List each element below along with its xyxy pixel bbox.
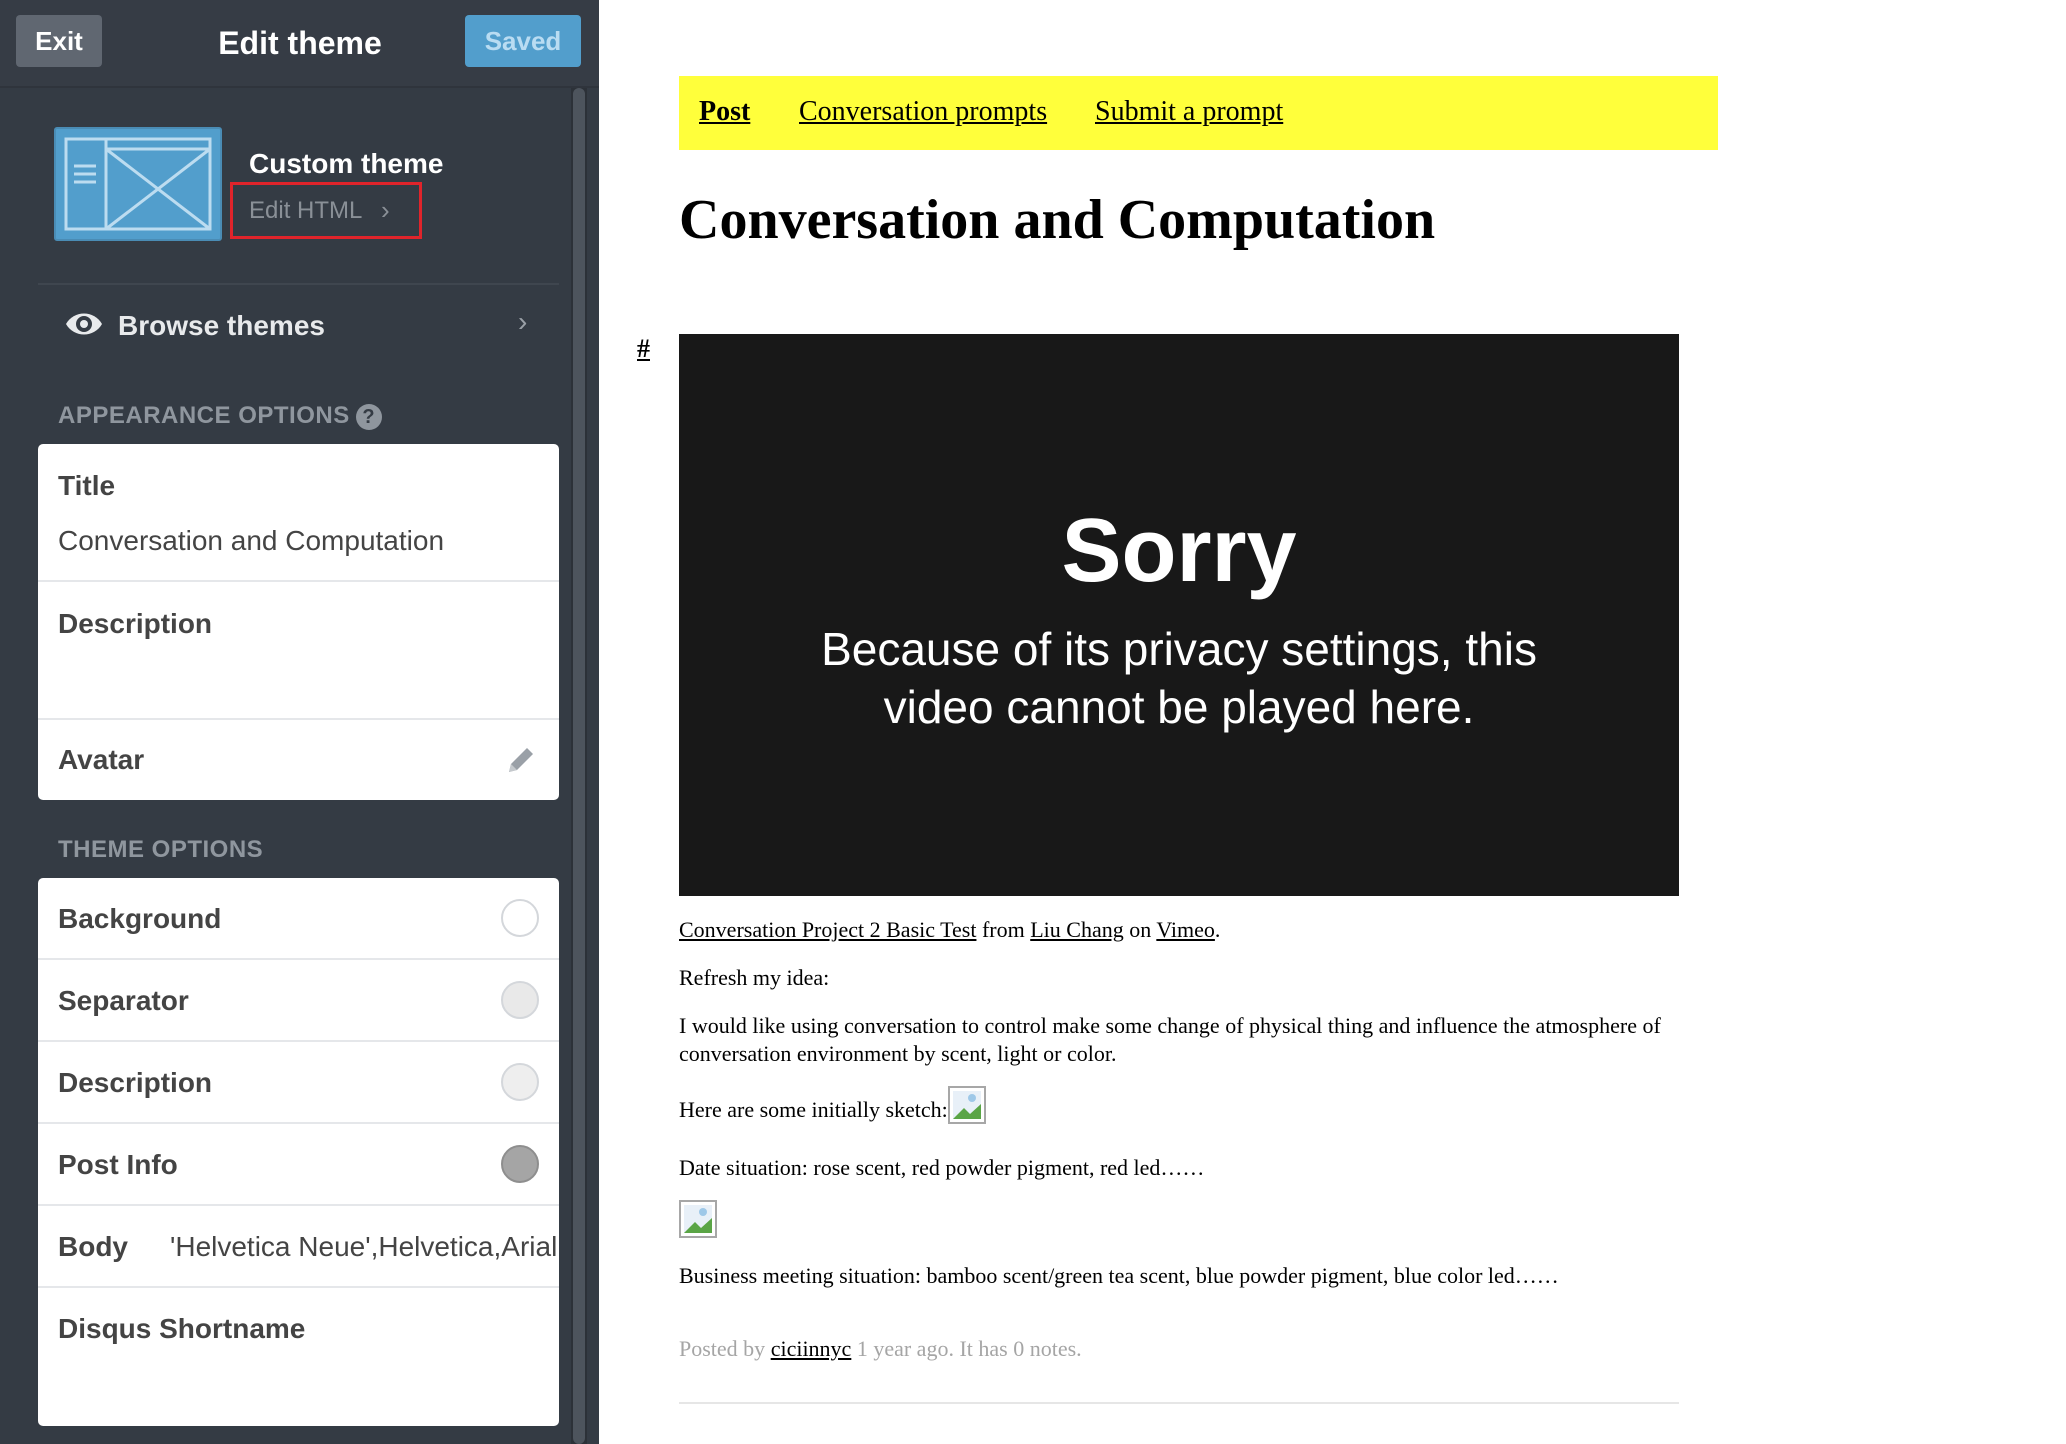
appearance-options-header: APPEARANCE OPTIONS?	[58, 402, 382, 430]
title-option[interactable]: Title Conversation and Computation	[38, 444, 559, 582]
editor-title: Edit theme	[218, 25, 382, 61]
divider	[38, 283, 559, 285]
paragraph-sketch: Here are some initially sketch:	[679, 1086, 1679, 1124]
theme-options-panel: Background Separator Description Post In…	[38, 878, 559, 1426]
body-font-value[interactable]: 'Helvetica Neue',Helvetica,Arial	[170, 1231, 557, 1263]
post-info-color-swatch[interactable]	[501, 1145, 539, 1183]
disqus-label: Disqus Shortname	[58, 1313, 306, 1344]
vimeo-link[interactable]: Vimeo	[1156, 917, 1215, 942]
body-font-option[interactable]: Body 'Helvetica Neue',Helvetica,Arial	[38, 1206, 559, 1288]
browse-themes-label: Browse themes	[118, 310, 325, 341]
paragraph-business: Business meeting situation: bamboo scent…	[679, 1263, 1559, 1288]
exit-button[interactable]: Exit	[16, 15, 102, 67]
separator-color-swatch[interactable]	[501, 981, 539, 1019]
envelope-theme-icon	[64, 137, 212, 231]
avatar-label: Avatar	[58, 744, 145, 775]
blog-nav-bar: Post Conversation prompts Submit a promp…	[679, 76, 1718, 150]
paragraph-idea: I would like using conversation to contr…	[679, 1013, 1661, 1066]
chevron-right-icon: ›	[381, 195, 390, 225]
post-permalink[interactable]: #	[637, 334, 650, 364]
pencil-icon[interactable]	[503, 742, 539, 783]
disqus-option[interactable]: Disqus Shortname	[38, 1288, 559, 1426]
theme-name: Custom theme	[249, 148, 444, 179]
eye-icon	[64, 304, 104, 349]
nav-link-conversation-prompts[interactable]: Conversation prompts	[799, 96, 1047, 128]
background-option[interactable]: Background	[38, 878, 559, 960]
post-info-option[interactable]: Post Info	[38, 1124, 559, 1206]
description-color-swatch[interactable]	[501, 1063, 539, 1101]
appearance-options-panel: Title Conversation and Computation Descr…	[38, 444, 559, 800]
blog-title: Conversation and Computation	[679, 189, 1436, 251]
broken-image-row	[679, 1200, 1679, 1240]
theme-editor-sidebar: Exit Edit theme Saved Custom theme Edit …	[0, 0, 599, 1444]
video-embed[interactable]: Sorry Because of its privacy settings, t…	[679, 334, 1679, 896]
background-label: Background	[58, 903, 222, 934]
avatar-option[interactable]: Avatar	[38, 720, 559, 800]
video-error-message: Because of its privacy settings, this vi…	[821, 623, 1537, 733]
edit-html-label: Edit HTML	[249, 197, 363, 224]
credit-on: on	[1123, 917, 1157, 942]
sidebar-scrollbar[interactable]	[571, 88, 587, 1444]
post-info: Posted by ciciinnyc 1 year ago. It has 0…	[679, 1336, 1082, 1362]
post-separator	[679, 1402, 1679, 1404]
credit-from: from	[976, 917, 1031, 942]
title-value[interactable]: Conversation and Computation	[58, 525, 444, 557]
video-error-title: Sorry	[1061, 501, 1297, 601]
paragraph-refresh: Refresh my idea:	[679, 965, 830, 990]
description-color-option[interactable]: Description	[38, 1042, 559, 1124]
broken-image-icon[interactable]	[679, 1200, 717, 1238]
chevron-right-icon: ›	[518, 306, 528, 337]
background-color-swatch[interactable]	[501, 899, 539, 937]
author-link[interactable]: Liu Chang	[1030, 917, 1124, 942]
description-option[interactable]: Description	[38, 582, 559, 720]
post-info-label: Post Info	[58, 1149, 178, 1180]
separator-option[interactable]: Separator	[38, 960, 559, 1042]
post-meta: 1 year ago. It has 0 notes.	[851, 1336, 1082, 1361]
nav-link-post[interactable]: Post	[699, 96, 750, 128]
saved-button[interactable]: Saved	[465, 15, 581, 67]
help-icon[interactable]: ?	[355, 403, 382, 430]
title-label: Title	[58, 470, 116, 501]
blog-preview: Post Conversation prompts Submit a promp…	[599, 0, 2066, 1444]
broken-image-icon[interactable]	[947, 1086, 986, 1124]
credit-end: .	[1214, 917, 1221, 942]
post-author-link[interactable]: ciciinnyc	[771, 1336, 852, 1361]
paragraph-date: Date situation: rose scent, red powder p…	[679, 1155, 1205, 1180]
theme-thumbnail[interactable]	[54, 127, 222, 241]
appearance-options-title: APPEARANCE OPTIONS	[58, 402, 350, 429]
video-credit: Conversation Project 2 Basic Test from L…	[679, 916, 1679, 944]
sidebar-scrollbar-thumb[interactable]	[573, 88, 585, 1444]
browse-themes-button[interactable]: Browse themes ›	[38, 290, 559, 362]
nav-link-submit-prompt[interactable]: Submit a prompt	[1095, 96, 1283, 128]
sketch-text: Here are some initially sketch:	[679, 1097, 948, 1122]
editor-top-bar: Exit Edit theme Saved	[0, 0, 599, 88]
posted-by-label: Posted by	[679, 1336, 771, 1361]
theme-options-header: THEME OPTIONS	[58, 836, 264, 863]
separator-label: Separator	[58, 985, 189, 1016]
description-label: Description	[58, 608, 213, 639]
video-title-link[interactable]: Conversation Project 2 Basic Test	[679, 917, 976, 942]
body-label: Body	[58, 1231, 128, 1262]
edit-html-link[interactable]: Edit HTML ›	[230, 182, 422, 239]
description-color-label: Description	[58, 1067, 213, 1098]
